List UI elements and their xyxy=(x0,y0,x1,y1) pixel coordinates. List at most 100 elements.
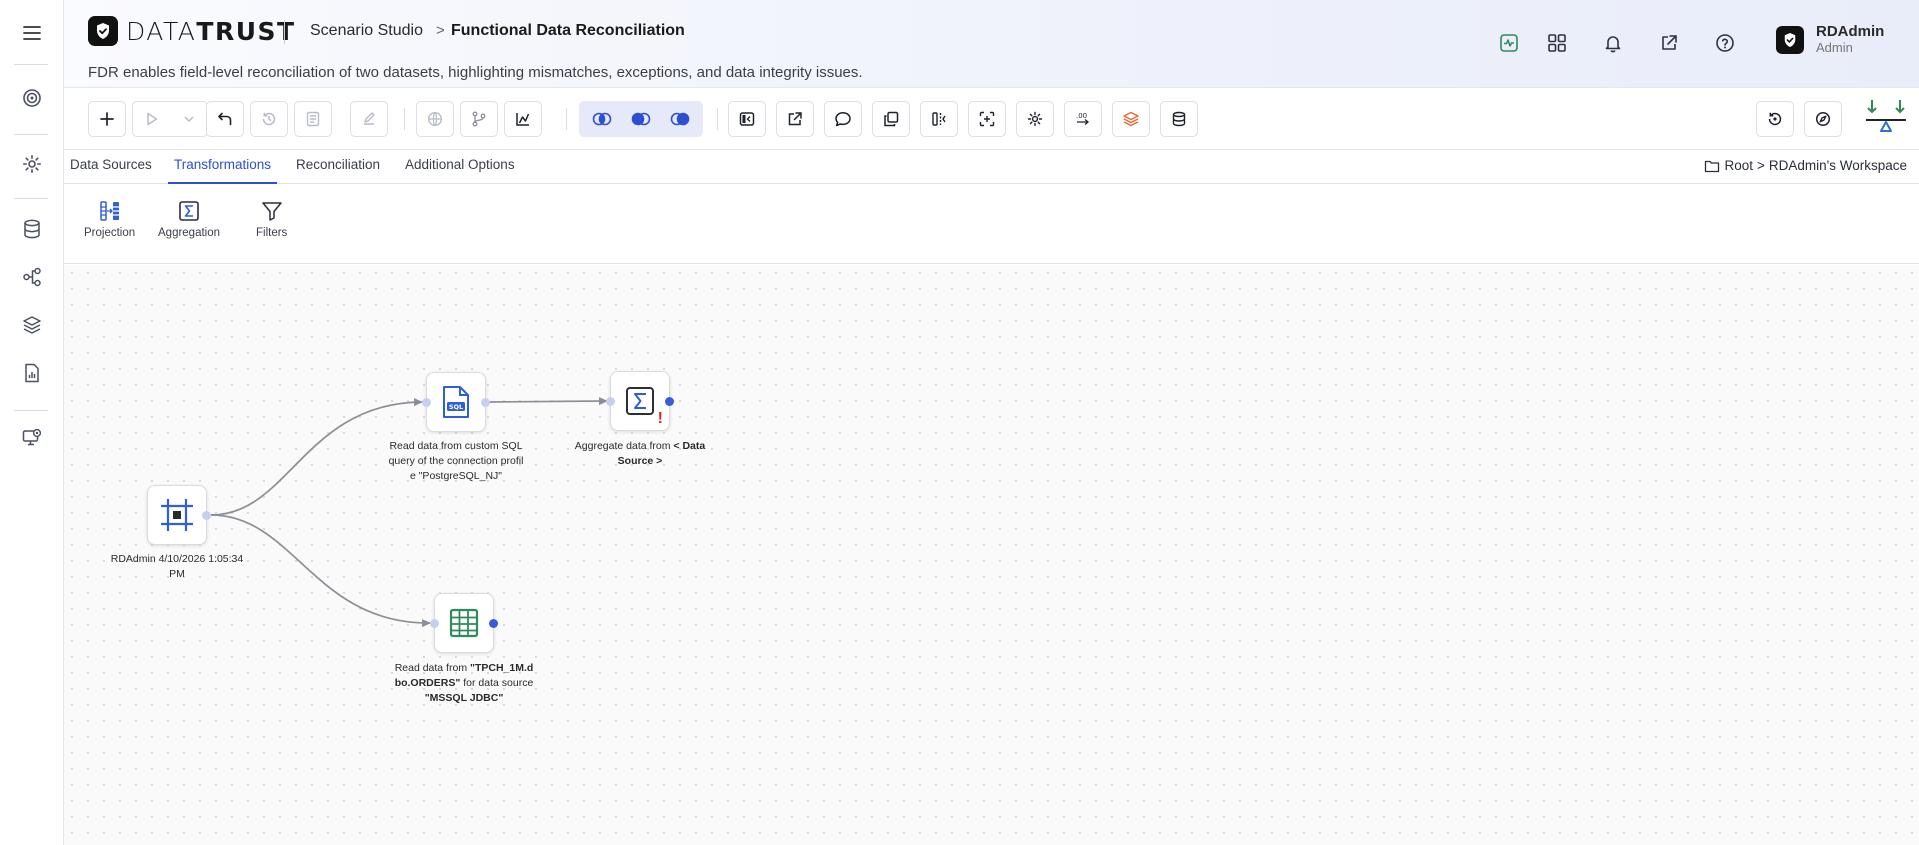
undo-button[interactable] xyxy=(206,101,244,137)
report-icon[interactable] xyxy=(16,357,48,389)
start-node-output-port[interactable] xyxy=(202,511,211,520)
filter-icon xyxy=(261,202,282,221)
aggregate-node-label: Aggregate data from < Data Source > xyxy=(574,440,706,467)
start-node[interactable] xyxy=(147,485,211,545)
run-split-button[interactable] xyxy=(132,101,208,137)
script-button[interactable] xyxy=(294,101,332,137)
collapse-panel-button[interactable] xyxy=(728,101,766,137)
datatrust-logo[interactable]: DATATRUST xyxy=(88,16,296,46)
transform-button[interactable]: .00 xyxy=(1064,101,1102,137)
logo-text: DATATRUST xyxy=(126,16,296,46)
settings-icon[interactable] xyxy=(16,148,48,180)
apps-grid-icon[interactable] xyxy=(1544,30,1570,56)
reconcile-balance-icon[interactable] xyxy=(1864,98,1908,140)
palette-filters-label: Filters xyxy=(256,227,288,239)
comment-button[interactable] xyxy=(824,101,862,137)
breadcrumb-scenario-studio[interactable]: Scenario Studio xyxy=(310,22,423,40)
shield-logo-icon xyxy=(88,16,118,46)
split-view-button[interactable] xyxy=(920,101,958,137)
edge-layer xyxy=(210,397,608,628)
right-join-toggle[interactable] xyxy=(662,104,698,134)
tab-reconciliation[interactable]: Reconciliation xyxy=(290,150,386,184)
palette-projection-label: Projection xyxy=(84,227,136,239)
database-icon[interactable] xyxy=(16,213,48,245)
gear-button[interactable] xyxy=(1016,101,1054,137)
compass-button[interactable] xyxy=(1804,101,1842,137)
datastore-button[interactable] xyxy=(1160,101,1198,137)
inner-join-toggle[interactable] xyxy=(584,104,620,134)
folder-icon xyxy=(1705,160,1720,172)
start-frame-icon xyxy=(161,499,193,531)
chevron-down-icon[interactable] xyxy=(170,102,207,136)
warning-icon: ! xyxy=(657,410,663,427)
flow-canvas[interactable]: RDAdmin 4/10/2026 1:05:34 PM SQL Read da… xyxy=(64,265,1919,845)
workflow-icon[interactable] xyxy=(16,261,48,293)
duplicate-button[interactable] xyxy=(872,101,910,137)
table-source-node[interactable] xyxy=(430,593,498,653)
table-node-output-port[interactable] xyxy=(489,619,498,628)
user-role: Admin xyxy=(1816,40,1853,55)
toolbar: .00 xyxy=(64,88,1919,150)
start-node-label: RDAdmin 4/10/2026 1:05:34 PM xyxy=(110,553,244,580)
join-type-segment xyxy=(579,101,703,137)
left-join-toggle[interactable] xyxy=(623,104,659,134)
edge-sql-to-aggregate xyxy=(487,397,608,406)
table-icon xyxy=(449,608,479,638)
sql-node-label: Read data from custom SQL query of the c… xyxy=(388,440,524,482)
sigma-icon xyxy=(626,387,654,415)
svg-text:SQL: SQL xyxy=(449,403,463,411)
page-subtitle: FDR enables field-level reconciliation o… xyxy=(88,64,863,81)
help-icon[interactable] xyxy=(1712,30,1738,56)
export-button[interactable] xyxy=(776,101,814,137)
monitor-settings-icon[interactable] xyxy=(16,422,48,454)
user-menu[interactable]: RDAdmin Admin xyxy=(1776,24,1884,56)
projection-icon xyxy=(99,201,119,221)
user-name: RDAdmin xyxy=(1816,23,1885,40)
palette-aggregation-label: Aggregation xyxy=(158,227,221,239)
add-button[interactable] xyxy=(88,101,126,137)
chart-button[interactable] xyxy=(504,101,542,137)
sql-node-input-port[interactable] xyxy=(422,398,431,407)
tab-bar: Data Sources Transformations Reconciliat… xyxy=(64,150,1919,184)
play-icon[interactable] xyxy=(133,102,170,136)
sigma-icon xyxy=(179,201,199,221)
aggregate-node-output-port[interactable] xyxy=(665,397,674,406)
bell-icon[interactable] xyxy=(1600,30,1626,56)
globe-button[interactable] xyxy=(416,101,454,137)
palette-aggregation[interactable]: Aggregation xyxy=(158,200,220,239)
table-node-label: Read data from "TPCH_1M.dbo.ORDERS" for … xyxy=(394,662,534,704)
left-rail xyxy=(0,0,64,845)
scan-button[interactable] xyxy=(968,101,1006,137)
activity-icon[interactable] xyxy=(1496,30,1522,56)
avatar xyxy=(1776,26,1804,54)
sql-source-node[interactable]: SQL xyxy=(422,372,490,432)
external-link-icon[interactable] xyxy=(1656,30,1682,56)
svg-text:.00: .00 xyxy=(1076,112,1087,120)
tab-data-sources[interactable]: Data Sources xyxy=(64,150,158,184)
branch-button[interactable] xyxy=(460,101,498,137)
palette-projection[interactable]: Projection xyxy=(84,200,135,239)
app-header: DATATRUST Scenario Studio > Functional D… xyxy=(64,0,1919,88)
workspace-root[interactable]: Root xyxy=(1724,158,1753,173)
workspace-separator: > xyxy=(1756,158,1765,173)
target-icon[interactable] xyxy=(16,82,48,114)
history-button[interactable] xyxy=(250,101,288,137)
transformation-palette: Projection Aggregation Filters xyxy=(64,184,1919,264)
tab-transformations[interactable]: Transformations xyxy=(168,150,278,184)
stack-layers-button[interactable] xyxy=(1112,101,1150,137)
breadcrumb-separator: > xyxy=(436,22,445,39)
aggregate-node[interactable]: ! xyxy=(606,371,674,431)
hamburger-menu-icon[interactable] xyxy=(16,17,48,49)
tab-additional-options[interactable]: Additional Options xyxy=(399,150,521,184)
page-title: Functional Data Reconciliation xyxy=(451,22,685,39)
table-node-input-port[interactable] xyxy=(430,619,439,628)
workspace-name[interactable]: RDAdmin's Workspace xyxy=(1769,158,1907,173)
layers-icon[interactable] xyxy=(16,309,48,341)
sql-file-icon: SQL xyxy=(443,386,469,418)
aggregate-node-input-port[interactable] xyxy=(606,397,615,406)
edit-button[interactable] xyxy=(350,101,388,137)
workspace-breadcrumb[interactable]: Root > RDAdmin's Workspace xyxy=(1704,158,1907,173)
sql-node-output-port[interactable] xyxy=(481,398,490,407)
restore-button[interactable] xyxy=(1756,101,1794,137)
palette-filters[interactable]: Filters xyxy=(256,200,287,239)
